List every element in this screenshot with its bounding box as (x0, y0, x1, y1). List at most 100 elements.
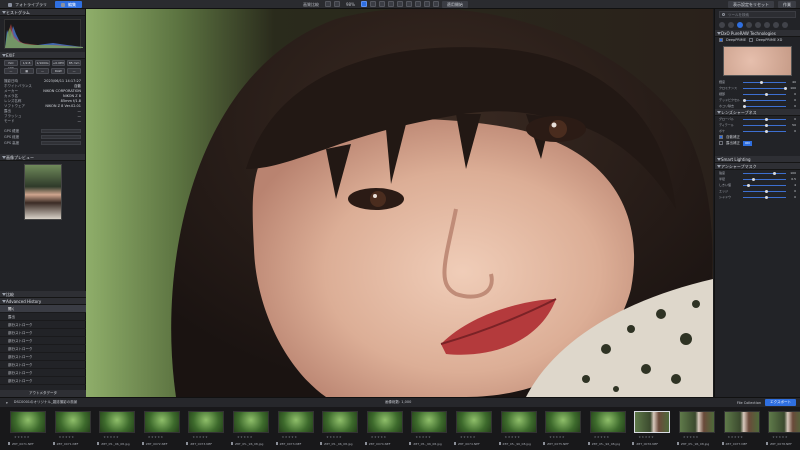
slider-knob[interactable] (764, 195, 768, 199)
rating-stars[interactable]: ★★★★★ (505, 435, 521, 439)
histogram-header[interactable]: ヒストグラム (0, 9, 85, 16)
slider-track[interactable] (743, 117, 786, 121)
tool-search-input[interactable]: ツールを検索 (719, 11, 796, 18)
local-icon[interactable] (755, 22, 761, 28)
slider-knob[interactable] (764, 92, 768, 96)
smart-lighting-header[interactable]: Smart Lighting (715, 156, 800, 163)
effects-icon[interactable] (764, 22, 770, 28)
slider-track[interactable] (743, 129, 786, 133)
rating-stars[interactable]: ★★★★★ (148, 435, 164, 439)
local-adjust-icon[interactable] (396, 1, 403, 7)
rating-stars[interactable]: ★★★★★ (59, 435, 75, 439)
grid-icon[interactable] (414, 1, 421, 7)
rating-stars[interactable]: ★★★★★ (14, 435, 30, 439)
rating-stars[interactable]: ★★★★★ (371, 435, 387, 439)
slider-knob[interactable] (760, 80, 764, 84)
rating-stars[interactable]: ★★★★★ (282, 435, 298, 439)
preview-thumbnail[interactable] (24, 164, 62, 220)
filmstrip-thumbnail[interactable]: ★★★★★ Z8T_0074.NEF (453, 407, 498, 450)
exif-header[interactable]: EXIF (0, 52, 85, 59)
rating-stars[interactable]: ★★★★★ (772, 435, 788, 439)
picker-icon[interactable] (405, 1, 412, 7)
slider-knob[interactable] (764, 123, 768, 127)
overlay-icon[interactable] (423, 1, 430, 7)
zoom-level[interactable]: 98% (343, 1, 358, 8)
filmstrip-thumbnail[interactable]: ★★★★★ Z8T_0074.NEF (364, 407, 409, 450)
filmstrip-thumbnail[interactable]: ★★★★★ Z8T_0078.NEF (765, 407, 800, 450)
rating-stars[interactable]: ★★★★★ (460, 435, 476, 439)
exif-btn[interactable]: — (35, 68, 50, 74)
fit-icon[interactable] (334, 1, 340, 7)
slider-track[interactable] (743, 195, 786, 199)
slider-knob[interactable] (764, 129, 768, 133)
star-icon[interactable] (773, 22, 779, 28)
slider-track[interactable] (743, 171, 786, 175)
filmstrip-thumbnail[interactable]: ★★★★★ Z8T_0076.NEF (631, 407, 676, 450)
straighten-icon[interactable] (369, 1, 376, 7)
filmstrip-thumbnail[interactable]: ★★★★★ Z8T_05-_96_08.jpg (498, 407, 543, 450)
slider-knob[interactable] (747, 183, 751, 187)
rating-stars[interactable]: ★★★★★ (683, 435, 699, 439)
crop-icon[interactable] (360, 1, 367, 7)
filmstrip-thumbnail[interactable]: ★★★★★ Z8T_0071.NEF (52, 407, 97, 450)
filmstrip-thumbnail[interactable]: ★★★★★ Z8T_05-_96_08.jpg (408, 407, 453, 450)
history-item[interactable]: 部分ストローク (0, 377, 86, 385)
history-item[interactable]: 部分ストローク (0, 321, 86, 329)
slider-knob[interactable] (743, 98, 746, 102)
rating-stars[interactable]: ★★★★★ (415, 435, 431, 439)
auto-checkbox[interactable] (719, 135, 723, 139)
gps-lat-field[interactable] (41, 129, 81, 133)
module-header[interactable]: DxO PureRAW Technologies (715, 30, 800, 37)
apply-button[interactable]: 適用開始 (441, 1, 468, 8)
rating-stars[interactable]: ★★★★★ (594, 435, 610, 439)
history-item[interactable]: 開く (0, 305, 86, 313)
filmstrip-thumbnail[interactable]: ★★★★★ Z8T_05-_96_08.jpg (587, 407, 632, 450)
filmstrip-thumbnail[interactable]: ★★★★★ Z8T_05-_96_08.jpg (676, 407, 721, 450)
slider-knob[interactable] (764, 117, 768, 121)
history-header[interactable]: Advanced History (0, 298, 86, 305)
gps-lon-field[interactable] (41, 135, 81, 139)
slider-track[interactable] (743, 123, 786, 127)
filmstrip-thumbnail[interactable]: ★★★★★ Z8T_0071.NEF (7, 407, 52, 450)
filmstrip-thumbnail[interactable]: ★★★★★ Z8T_0075.NEF (542, 407, 587, 450)
history-item[interactable]: 部分ストローク (0, 369, 86, 377)
main-photo-viewer[interactable] (86, 9, 713, 397)
slider-track[interactable] (743, 189, 786, 193)
gps-alt-field[interactable] (41, 141, 81, 145)
light-icon[interactable] (719, 22, 725, 28)
loupe-preview[interactable] (723, 46, 792, 76)
geometry-icon[interactable] (746, 22, 752, 28)
slider-knob[interactable] (764, 189, 768, 193)
lens-sharpness-header[interactable]: レンズシャープネス (715, 109, 800, 116)
view-label[interactable]: 画質比較 (300, 1, 322, 8)
history-item[interactable]: 露出 (0, 313, 86, 321)
rating-stars[interactable]: ★★★★★ (549, 435, 565, 439)
reset-display-button[interactable]: 表示設定をリセット (728, 1, 774, 8)
slider-knob[interactable] (783, 86, 787, 90)
history-item[interactable]: 部分ストローク (0, 337, 86, 345)
slider-track[interactable] (743, 92, 786, 96)
deepprime-radio[interactable] (719, 38, 723, 42)
compare-header[interactable]: 比較 (0, 291, 86, 298)
filmstrip-thumbnail[interactable]: ★★★★★ Z8T_05-_96_08.jpg (319, 407, 364, 450)
slider-knob[interactable] (773, 171, 777, 175)
rating-stars[interactable]: ★★★★★ (103, 435, 119, 439)
slider-track[interactable] (743, 98, 786, 102)
detail-icon[interactable] (737, 22, 743, 28)
exif-btn[interactable]: — (67, 68, 81, 74)
filmstrip-thumbnail[interactable]: ★★★★★ Z8T_0077.NEF (721, 407, 766, 450)
red-eye-icon[interactable] (378, 1, 385, 7)
slider-track[interactable] (743, 80, 786, 84)
rating-stars[interactable]: ★★★★★ (638, 435, 654, 439)
tab-photo-library[interactable]: フォトライブラリ (2, 1, 53, 8)
metadata-footer[interactable]: アウトメタデータ (0, 390, 86, 397)
filmstrip-thumbnail[interactable]: ★★★★★ Z8T_0072.NEF (141, 407, 186, 450)
rating-stars[interactable]: ★★★★★ (237, 435, 253, 439)
slider-knob[interactable] (751, 177, 755, 181)
slider-knob[interactable] (743, 104, 746, 108)
history-item[interactable]: 部分ストローク (0, 361, 86, 369)
history-item[interactable]: 部分ストローク (0, 345, 86, 353)
tab-edit[interactable]: 編集 (55, 0, 82, 8)
filmstrip-thumbnail[interactable]: ★★★★★ Z8T_05-_96_08.jpg (96, 407, 141, 450)
grid-icon[interactable]: ▦ (19, 68, 34, 74)
